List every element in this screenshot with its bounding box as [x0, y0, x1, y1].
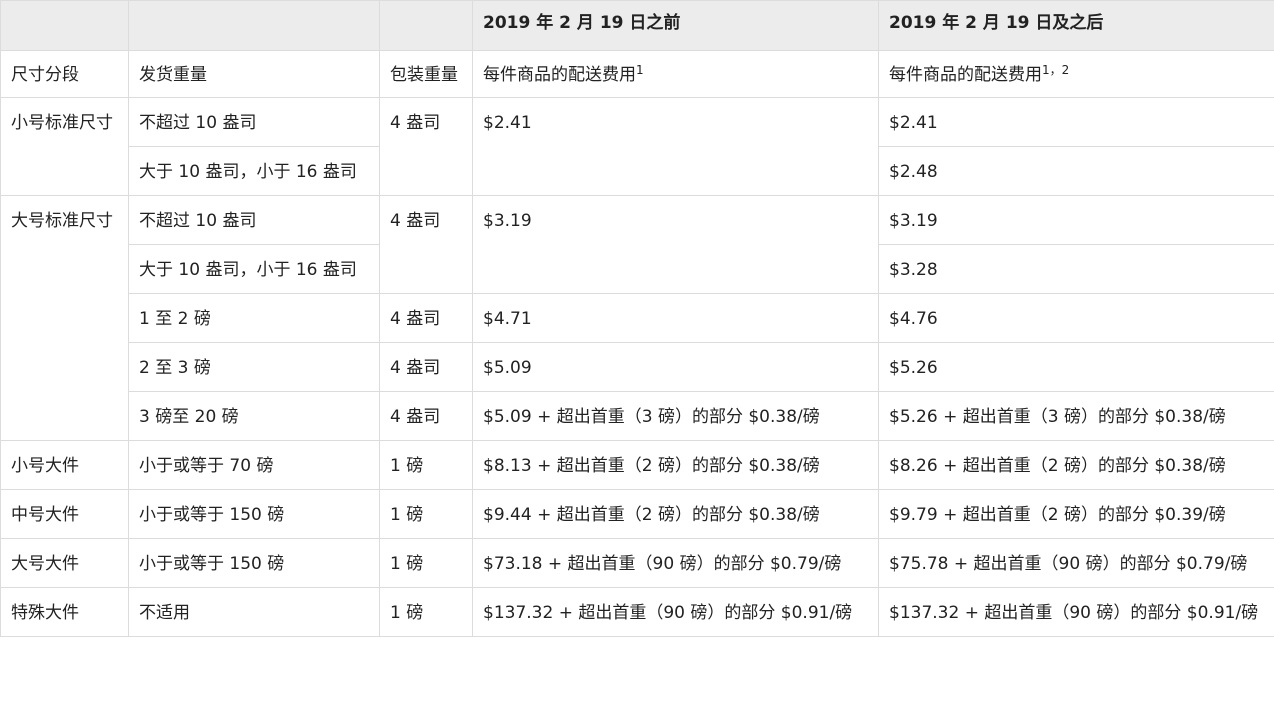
fee-before-cell: $5.09 + 超出首重（3 磅）的部分 $0.38/磅 — [472, 391, 879, 441]
subheader-row: 尺寸分段 发货重量 包装重量 每件商品的配送费用1 每件商品的配送费用1，2 — [0, 50, 1274, 98]
tier-large-oversize: 大号大件 — [0, 538, 129, 588]
fee-after-cell: $5.26 + 超出首重（3 磅）的部分 $0.38/磅 — [878, 391, 1274, 441]
header-after-date: 2019 年 2 月 19 日及之后 — [878, 0, 1274, 51]
table-row: 特殊大件 不适用 1 磅 $137.32 + 超出首重（90 磅）的部分 $0.… — [0, 587, 1274, 637]
subheader-shipping-weight: 发货重量 — [128, 50, 380, 98]
packaging-cell: 1 磅 — [379, 440, 473, 490]
fee-after-cell: $2.48 — [878, 146, 1274, 196]
packaging-cell: 1 磅 — [379, 587, 473, 637]
fee-after-label: 每件商品的配送费用 — [889, 65, 1042, 85]
table-row: 小号大件 小于或等于 70 磅 1 磅 $8.13 + 超出首重（2 磅）的部分… — [0, 440, 1274, 490]
fee-before-label: 每件商品的配送费用 — [483, 65, 636, 85]
fee-after-cell: $137.32 + 超出首重（90 磅）的部分 $0.91/磅 — [878, 587, 1274, 637]
weight-cell: 不适用 — [128, 587, 380, 637]
footnote-ref-1[interactable]: 1 — [636, 63, 644, 77]
fee-after-cell: $4.76 — [878, 293, 1274, 343]
tier-special-oversize: 特殊大件 — [0, 587, 129, 637]
subheader-packaging-weight: 包装重量 — [379, 50, 473, 98]
header-before-date: 2019 年 2 月 19 日之前 — [472, 0, 879, 51]
header-empty-3 — [379, 0, 473, 51]
header-empty-1 — [0, 0, 129, 51]
fee-before-cell: $137.32 + 超出首重（90 磅）的部分 $0.91/磅 — [472, 587, 879, 637]
fee-after-cell: $9.79 + 超出首重（2 磅）的部分 $0.39/磅 — [878, 489, 1274, 539]
tier-large-standard: 大号标准尺寸 — [0, 195, 129, 441]
fee-after-cell: $8.26 + 超出首重（2 磅）的部分 $0.38/磅 — [878, 440, 1274, 490]
packaging-cell: 4 盎司 — [379, 293, 473, 343]
fee-after-cell: $2.41 — [878, 97, 1274, 147]
packaging-cell: 4 盎司 — [379, 195, 473, 294]
header-row: 2019 年 2 月 19 日之前 2019 年 2 月 19 日及之后 — [0, 0, 1274, 51]
fee-before-cell: $5.09 — [472, 342, 879, 392]
tier-medium-oversize: 中号大件 — [0, 489, 129, 539]
weight-cell: 不超过 10 盎司 — [128, 195, 380, 245]
table-row: 小号标准尺寸 不超过 10 盎司 4 盎司 $2.41 $2.41 — [0, 97, 1274, 196]
table-row: 大号大件 小于或等于 150 磅 1 磅 $73.18 + 超出首重（90 磅）… — [0, 538, 1274, 588]
fee-after-cell: $3.19 — [878, 195, 1274, 245]
fee-after-cell: $75.78 + 超出首重（90 磅）的部分 $0.79/磅 — [878, 538, 1274, 588]
fee-before-cell: $3.19 — [472, 195, 879, 294]
table-row: 3 磅至 20 磅 4 盎司 $5.09 + 超出首重（3 磅）的部分 $0.3… — [1, 391, 1274, 441]
fee-table: 2019 年 2 月 19 日之前 2019 年 2 月 19 日及之后 尺寸分… — [0, 0, 1274, 637]
fee-before-cell: $73.18 + 超出首重（90 磅）的部分 $0.79/磅 — [472, 538, 879, 588]
footnote-ref-1-2[interactable]: 1，2 — [1042, 63, 1069, 77]
packaging-cell: 4 盎司 — [379, 342, 473, 392]
subheader-fee-after: 每件商品的配送费用1，2 — [878, 50, 1274, 98]
weight-cell: 3 磅至 20 磅 — [128, 391, 380, 441]
fee-before-cell: $8.13 + 超出首重（2 磅）的部分 $0.38/磅 — [472, 440, 879, 490]
table-row: 2 至 3 磅 4 盎司 $5.09 $5.26 — [1, 342, 1274, 392]
packaging-cell: 4 盎司 — [379, 391, 473, 441]
weight-cell: 不超过 10 盎司 — [128, 97, 380, 147]
header-empty-2 — [128, 0, 380, 51]
weight-cell: 2 至 3 磅 — [128, 342, 380, 392]
fee-before-cell: $2.41 — [472, 97, 879, 196]
fee-after-cell: $5.26 — [878, 342, 1274, 392]
table-row: 大号标准尺寸 不超过 10 盎司 4 盎司 $3.19 $3.19 — [0, 195, 1274, 441]
fee-before-cell: $4.71 — [472, 293, 879, 343]
weight-cell: 小于或等于 150 磅 — [128, 489, 380, 539]
subheader-size-tier: 尺寸分段 — [0, 50, 129, 98]
packaging-cell: 4 盎司 — [379, 97, 473, 196]
weight-cell: 1 至 2 磅 — [128, 293, 380, 343]
weight-cell: 大于 10 盎司，小于 16 盎司 — [128, 244, 380, 294]
table-row: 1 至 2 磅 4 盎司 $4.71 $4.76 — [1, 293, 1274, 343]
weight-cell: 大于 10 盎司，小于 16 盎司 — [128, 146, 380, 196]
tier-small-oversize: 小号大件 — [0, 440, 129, 490]
subheader-fee-before: 每件商品的配送费用1 — [472, 50, 879, 98]
packaging-cell: 1 磅 — [379, 538, 473, 588]
weight-cell: 小于或等于 70 磅 — [128, 440, 380, 490]
table-row: 中号大件 小于或等于 150 磅 1 磅 $9.44 + 超出首重（2 磅）的部… — [0, 489, 1274, 539]
weight-cell: 小于或等于 150 磅 — [128, 538, 380, 588]
tier-small-standard: 小号标准尺寸 — [0, 97, 129, 196]
fee-after-cell: $3.28 — [878, 244, 1274, 294]
packaging-cell: 1 磅 — [379, 489, 473, 539]
fee-before-cell: $9.44 + 超出首重（2 磅）的部分 $0.38/磅 — [472, 489, 879, 539]
